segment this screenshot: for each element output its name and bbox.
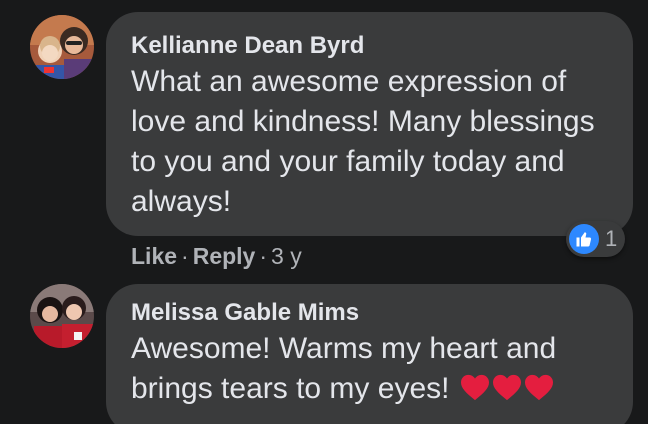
- avatar-photo: [30, 15, 94, 79]
- avatar[interactable]: [30, 15, 94, 79]
- comment-text-line: to you and your family today and: [131, 145, 565, 178]
- separator: ·: [181, 243, 189, 269]
- red-heart-icon: [460, 374, 489, 401]
- comment-author[interactable]: Melissa Gable Mims: [131, 299, 359, 327]
- comment-text-line: Awesome! Warms my heart and: [131, 332, 557, 365]
- timestamp-link[interactable]: 3 y: [271, 243, 302, 269]
- avatar-photo: [30, 284, 94, 348]
- comments-section: Kellianne Dean Byrd What an awesome expr…: [0, 0, 648, 424]
- comment-text: Awesome! Warms my heart and brings tears…: [131, 329, 556, 409]
- red-heart-icon: [492, 374, 521, 401]
- like-link[interactable]: Like: [131, 243, 177, 269]
- comment-text-line: love and kindness! Many blessings: [131, 105, 595, 138]
- comment-author[interactable]: Kellianne Dean Byrd: [131, 32, 364, 60]
- comment-bubble: Melissa Gable Mims Awesome! Warms my hea…: [106, 284, 633, 424]
- comment-text: What an awesome expression of love and k…: [131, 62, 595, 222]
- avatar[interactable]: [30, 284, 94, 348]
- comment-text-line: always!: [131, 185, 232, 218]
- red-heart-icon: [524, 374, 553, 401]
- comment-text-line: What an awesome expression of: [131, 65, 567, 98]
- thumbs-up-icon: [569, 224, 599, 254]
- comment-text-line: brings tears to my eyes!: [131, 369, 556, 409]
- separator: ·: [259, 243, 268, 269]
- comment-bubble: Kellianne Dean Byrd What an awesome expr…: [106, 12, 633, 236]
- reaction-count: 1: [605, 226, 618, 251]
- comment-text-fragment: brings tears to my eyes!: [131, 372, 450, 405]
- reaction-count-badge[interactable]: 1: [566, 221, 626, 257]
- reply-link[interactable]: Reply: [193, 243, 256, 269]
- comment-actions: Like · Reply · 3 y: [131, 243, 302, 270]
